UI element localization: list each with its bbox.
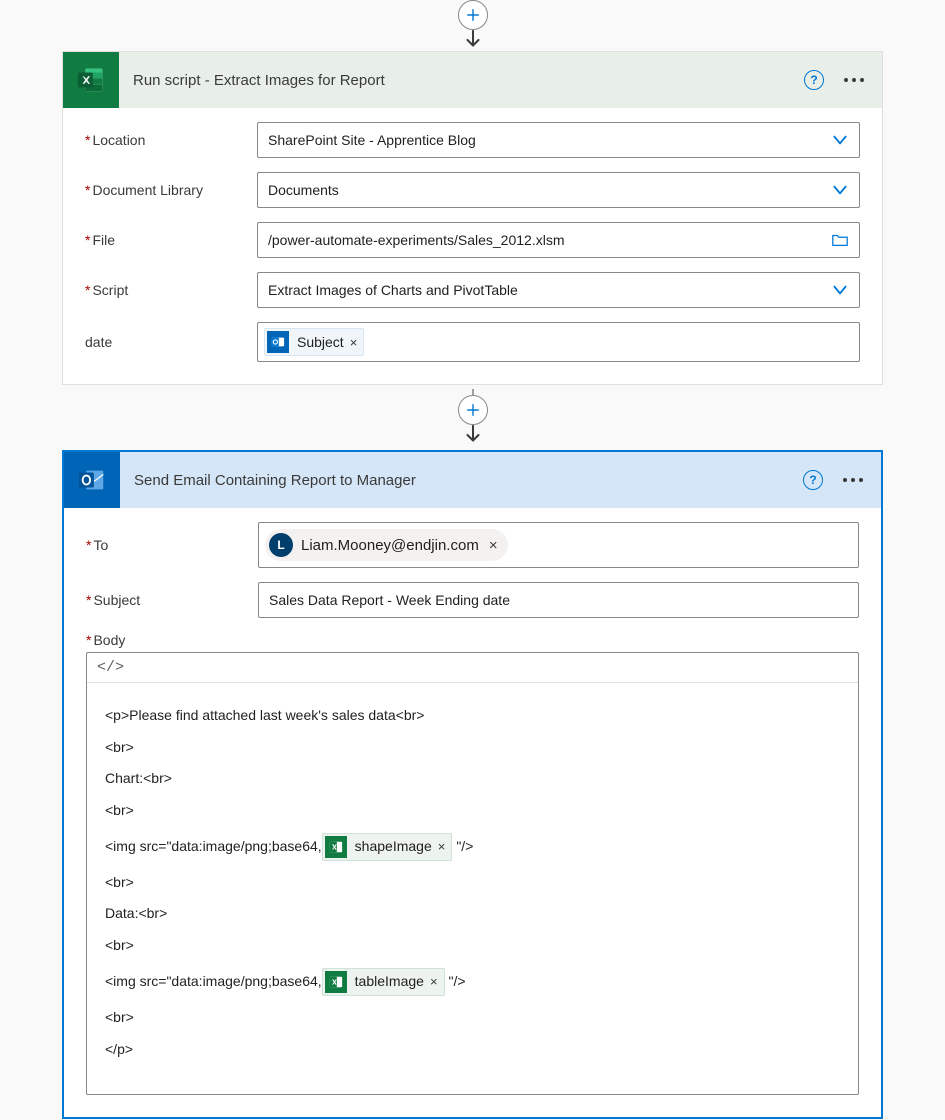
excel-icon [325, 971, 347, 993]
token-remove[interactable]: × [438, 837, 446, 857]
step-header[interactable]: Send Email Containing Report to Manager … [64, 452, 881, 508]
step-run-script: Run script - Extract Images for Report ?… [62, 51, 883, 385]
document-library-label: Document Library [85, 182, 257, 198]
arrow-down-icon [462, 29, 484, 51]
recipient-pill[interactable]: L Liam.Mooney@endjin.com × [265, 529, 508, 561]
outlook-icon [267, 331, 289, 353]
add-step-button-middle[interactable] [458, 395, 488, 425]
file-label: File [85, 232, 257, 248]
shapeimage-token[interactable]: shapeImage × [322, 833, 453, 861]
code-view-button[interactable]: </> [87, 653, 858, 683]
chevron-down-icon [831, 131, 849, 149]
token-remove[interactable]: × [430, 972, 438, 992]
location-dropdown[interactable]: SharePoint Site - Apprentice Blog [257, 122, 860, 158]
tableimage-token[interactable]: tableImage × [322, 968, 445, 996]
step-more-menu[interactable] [843, 478, 863, 482]
body-content[interactable]: <p>Please find attached last week's sale… [87, 683, 858, 1094]
token-remove[interactable]: × [350, 335, 358, 350]
to-input[interactable]: L Liam.Mooney@endjin.com × [258, 522, 859, 568]
step-send-email: Send Email Containing Report to Manager … [62, 450, 883, 1119]
subject-input[interactable]: Sales Data Report - Week Ending date [258, 582, 859, 618]
date-input[interactable]: Subject × [257, 322, 860, 362]
subject-label: Subject [86, 592, 258, 608]
help-icon[interactable]: ? [804, 70, 824, 90]
outlook-icon [64, 452, 120, 508]
connector-top [62, 0, 883, 51]
connector-middle [62, 389, 883, 446]
folder-icon [831, 231, 849, 249]
file-picker[interactable]: /power-automate-experiments/Sales_2012.x… [257, 222, 860, 258]
recipient-remove[interactable]: × [489, 537, 498, 554]
excel-icon [325, 836, 347, 858]
chevron-down-icon [831, 281, 849, 299]
help-icon[interactable]: ? [803, 470, 823, 490]
body-editor[interactable]: </> <p>Please find attached last week's … [86, 652, 859, 1095]
date-label: date [85, 334, 257, 350]
script-label: Script [85, 282, 257, 298]
step-title: Send Email Containing Report to Manager [120, 472, 803, 489]
location-label: Location [85, 132, 257, 148]
step-title: Run script - Extract Images for Report [119, 72, 804, 89]
recipient-avatar: L [269, 533, 293, 557]
step-more-menu[interactable] [844, 78, 864, 82]
chevron-down-icon [831, 181, 849, 199]
document-library-dropdown[interactable]: Documents [257, 172, 860, 208]
body-label: Body [86, 632, 859, 648]
arrow-down-icon [462, 424, 484, 446]
script-dropdown[interactable]: Extract Images of Charts and PivotTable [257, 272, 860, 308]
subject-token[interactable]: Subject × [264, 328, 364, 356]
step-header[interactable]: Run script - Extract Images for Report ? [63, 52, 882, 108]
add-step-button-top[interactable] [458, 0, 488, 30]
excel-icon [63, 52, 119, 108]
to-label: To [86, 537, 258, 553]
